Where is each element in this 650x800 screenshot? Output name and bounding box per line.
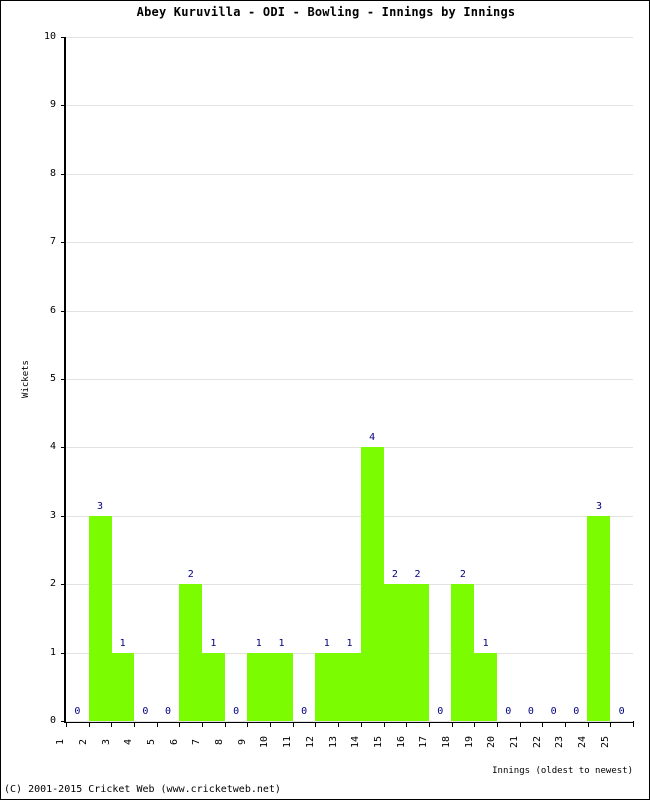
y-axis-tick-label: 3 bbox=[49, 509, 56, 521]
x-axis-tick-mark bbox=[179, 722, 181, 727]
y-axis-tick-label: 7 bbox=[49, 236, 56, 248]
gridline bbox=[66, 584, 633, 586]
bar-value-label: 0 bbox=[165, 706, 172, 717]
bar bbox=[451, 584, 475, 721]
bar-value-label: 0 bbox=[74, 706, 81, 717]
x-axis-tick-mark bbox=[315, 722, 317, 727]
x-axis-tick-mark bbox=[564, 722, 566, 727]
plot-area bbox=[66, 37, 633, 722]
bar bbox=[406, 584, 430, 721]
x-axis-tick-mark bbox=[270, 722, 272, 727]
x-axis-tick-mark bbox=[156, 722, 158, 727]
gridline bbox=[66, 37, 633, 38]
bar bbox=[338, 652, 361, 721]
gridline bbox=[66, 173, 633, 175]
x-axis-label: Innings (oldest to newest) bbox=[492, 766, 633, 776]
y-axis-tick-label: 10 bbox=[43, 31, 56, 42]
y-axis-tick-label: 4 bbox=[49, 441, 56, 453]
y-axis-tick-label: 0 bbox=[49, 715, 56, 726]
x-axis-tick-mark bbox=[66, 722, 67, 727]
bar-value-label: 1 bbox=[482, 637, 489, 649]
x-axis-tick-mark bbox=[292, 722, 294, 727]
y-axis-tick-label: 1 bbox=[49, 646, 56, 658]
gridline bbox=[66, 310, 633, 312]
bar-value-label: 3 bbox=[595, 500, 602, 512]
y-axis-tick-label: 6 bbox=[49, 304, 56, 316]
gridline bbox=[66, 721, 633, 722]
bar-value-label: 0 bbox=[618, 706, 625, 717]
x-axis-tick-mark bbox=[111, 722, 113, 727]
gridline bbox=[66, 515, 633, 517]
x-axis-tick-mark bbox=[428, 722, 430, 727]
bar-value-label: 0 bbox=[437, 706, 444, 717]
bar bbox=[383, 584, 407, 721]
bar-value-label: 0 bbox=[573, 706, 580, 717]
bar-value-label: 4 bbox=[369, 432, 376, 444]
bar bbox=[587, 515, 611, 721]
x-axis-tick-mark bbox=[88, 722, 90, 727]
bar bbox=[360, 447, 384, 721]
x-axis-tick-mark bbox=[474, 722, 476, 727]
gridline bbox=[66, 379, 633, 380]
footer-copyright: (C) 2001-2015 Cricket Web (www.cricketwe… bbox=[4, 784, 281, 795]
x-axis-tick-mark bbox=[519, 722, 521, 727]
bar bbox=[179, 584, 203, 721]
bar-value-label: 2 bbox=[414, 569, 421, 581]
bar-value-label: 1 bbox=[210, 637, 217, 649]
bar-value-label: 1 bbox=[119, 637, 126, 649]
gridline bbox=[66, 105, 633, 107]
x-axis-tick-mark bbox=[224, 722, 226, 727]
gridline bbox=[66, 447, 633, 449]
x-axis-tick-mark bbox=[633, 722, 634, 727]
y-axis-tick-label: 5 bbox=[49, 373, 56, 384]
x-axis-tick-mark bbox=[587, 722, 589, 727]
y-axis-tick-label: 9 bbox=[49, 99, 56, 111]
bar-value-label: 0 bbox=[233, 706, 240, 717]
x-axis-tick-mark bbox=[338, 722, 340, 727]
chart-page: Abey Kuruvilla - ODI - Bowling - Innings… bbox=[0, 0, 650, 800]
x-axis-tick-mark bbox=[610, 722, 612, 727]
x-axis-tick-label: 25 bbox=[599, 735, 611, 749]
x-axis-tick-mark bbox=[451, 722, 453, 727]
y-axis-tick-label: 2 bbox=[49, 578, 56, 590]
x-axis-tick-mark bbox=[406, 722, 408, 727]
x-axis-tick-mark bbox=[134, 722, 136, 727]
bar-value-label: 1 bbox=[346, 637, 353, 649]
bar-value-label: 1 bbox=[278, 637, 285, 649]
x-axis-tick-mark bbox=[496, 722, 498, 727]
x-axis-tick-mark bbox=[202, 722, 204, 727]
x-axis-tick-mark bbox=[383, 722, 385, 727]
bar bbox=[88, 515, 112, 721]
gridline bbox=[66, 242, 633, 244]
page-title: Abey Kuruvilla - ODI - Bowling - Innings… bbox=[136, 5, 516, 19]
x-axis-tick-mark bbox=[542, 722, 544, 727]
x-axis-tick-mark bbox=[360, 722, 362, 727]
x-axis-tick-mark bbox=[247, 722, 249, 727]
bar-value-label: 0 bbox=[301, 706, 308, 717]
bar-value-label: 3 bbox=[97, 500, 104, 512]
bar-value-label: 2 bbox=[459, 569, 466, 581]
bar-value-label: 2 bbox=[187, 569, 194, 581]
y-axis-tick-label: 8 bbox=[49, 167, 56, 179]
